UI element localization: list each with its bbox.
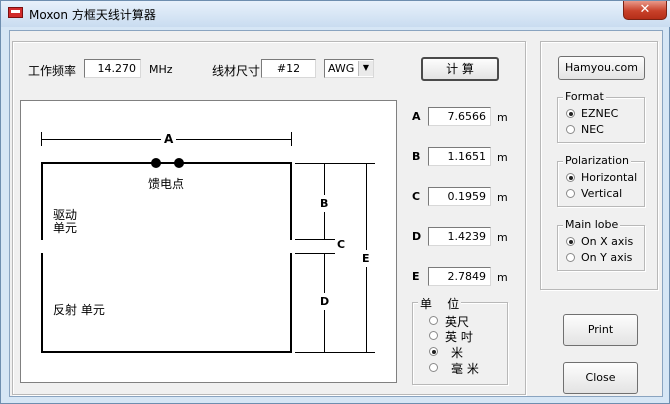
main-lobe-group	[557, 225, 645, 271]
units-meter-radio[interactable]	[429, 347, 438, 356]
units-mm-radio[interactable]	[429, 363, 438, 372]
wire-size-input[interactable]: #12	[261, 59, 316, 78]
result-a-field[interactable]: 7.6566	[428, 107, 491, 126]
result-b-unit: m	[497, 151, 508, 164]
dim-c-label: C	[337, 238, 346, 251]
feed-point-dot-left	[151, 158, 161, 168]
result-c-unit: m	[497, 191, 508, 204]
print-button[interactable]: Print	[563, 314, 638, 346]
main-lobe-x-label: On X axis	[581, 235, 634, 248]
format-nec-radio[interactable]	[566, 125, 575, 134]
reflector-left-tail	[41, 253, 43, 353]
close-button[interactable]: Close	[563, 362, 638, 394]
format-eznec-label: EZNEC	[581, 107, 619, 120]
driven-left-tail	[41, 162, 43, 240]
app-window: Moxon 方框天线计算器 ✕ 工作频率 14.270 MHz 线材尺寸 #12…	[0, 0, 670, 404]
result-c-field[interactable]: 0.1959	[428, 187, 491, 206]
result-d-unit: m	[497, 231, 508, 244]
dim-a-tick-right	[291, 132, 292, 146]
feed-point-dot-right	[174, 158, 184, 168]
hamyou-button[interactable]: Hamyou.com	[558, 56, 645, 80]
title-bar[interactable]: Moxon 方框天线计算器 ✕	[1, 1, 670, 27]
result-b-field[interactable]: 1.1651	[428, 147, 491, 166]
dim-e-label: E	[362, 250, 370, 267]
result-b-name: B	[412, 150, 421, 163]
dim-d-label: D	[320, 293, 330, 310]
ext-line-top	[295, 163, 375, 164]
driven-element-line	[41, 162, 292, 164]
polarization-group	[557, 161, 645, 207]
wire-label: 线材尺寸	[212, 64, 261, 78]
ext-line-reflector-tip	[295, 253, 335, 254]
result-a-name: A	[412, 110, 421, 123]
window-title: Moxon 方框天线计算器	[29, 8, 156, 22]
units-meter-label: 米	[451, 346, 464, 360]
polarization-group-title: Polarization	[563, 154, 631, 167]
result-d-name: D	[412, 230, 422, 243]
reflector-element-label: 反射 单元	[53, 303, 105, 317]
format-nec-label: NEC	[581, 123, 604, 136]
format-group-title: Format	[563, 90, 606, 103]
result-d-field[interactable]: 1.4239	[428, 227, 491, 246]
result-a-unit: m	[497, 111, 508, 124]
dim-b-label: B	[320, 195, 329, 212]
feed-point-label: 馈电点	[148, 177, 185, 191]
format-group	[557, 97, 645, 143]
dim-a-tick-left	[41, 132, 42, 146]
result-e-field[interactable]: 2.7849	[428, 267, 491, 286]
polarization-horizontal-label: Horizontal	[581, 171, 638, 184]
main-lobe-group-title: Main lobe	[563, 218, 621, 231]
polarization-vertical-label: Vertical	[581, 187, 623, 200]
units-feet-radio[interactable]	[429, 316, 438, 325]
freq-input[interactable]: 14.270	[84, 59, 141, 78]
result-e-name: E	[412, 270, 420, 283]
format-eznec-radio[interactable]	[566, 109, 575, 118]
ext-line-bottom	[295, 352, 375, 353]
polarization-horizontal-radio[interactable]	[566, 173, 575, 182]
polarization-vertical-radio[interactable]	[566, 189, 575, 198]
main-lobe-y-label: On Y axis	[581, 251, 633, 264]
ext-line-driven-tip	[295, 239, 335, 240]
chevron-down-icon[interactable]: ▼	[358, 61, 373, 76]
window-close-button[interactable]: ✕	[623, 1, 667, 20]
freq-label: 工作频率	[28, 64, 77, 78]
app-icon	[8, 7, 23, 18]
units-inch-radio[interactable]	[429, 331, 438, 340]
dim-a-label: A	[161, 132, 177, 146]
freq-unit: MHz	[149, 63, 173, 76]
driven-right-tail	[290, 162, 292, 240]
main-lobe-y-radio[interactable]	[566, 253, 575, 262]
result-c-name: C	[412, 190, 421, 203]
driven-element-label: 驱动 单元	[53, 208, 78, 235]
reflector-element-line	[41, 351, 292, 353]
result-e-unit: m	[497, 271, 508, 284]
units-mm-label: 毫 米	[451, 362, 479, 376]
units-group-title: 单 位	[418, 295, 462, 312]
calculate-button[interactable]: 计 算	[421, 57, 499, 81]
wire-type-value: AWG	[328, 62, 355, 75]
main-lobe-x-radio[interactable]	[566, 237, 575, 246]
wire-type-select[interactable]: AWG ▼	[324, 59, 374, 78]
units-inch-label: 英 吋	[445, 330, 473, 344]
reflector-right-tail	[290, 253, 292, 353]
